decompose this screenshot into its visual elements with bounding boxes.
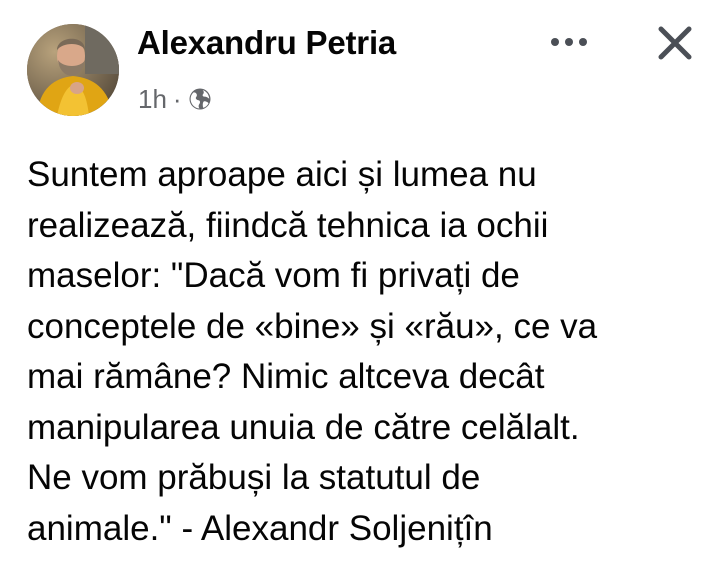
close-icon	[658, 26, 692, 60]
meta-separator: ·	[172, 83, 182, 114]
post-header: Alexandru Petria 1h ·	[0, 0, 720, 130]
globe-icon[interactable]	[188, 87, 212, 111]
author-name[interactable]: Alexandru Petria	[137, 24, 396, 62]
more-options-button[interactable]	[546, 22, 592, 62]
avatar-image	[27, 24, 119, 116]
post-meta: 1h ·	[138, 84, 212, 114]
avatar[interactable]	[27, 24, 119, 116]
post-text: Suntem aproape aici și lumea nu realizea…	[27, 155, 598, 548]
more-horizontal-icon	[551, 38, 587, 46]
post-time[interactable]: 1h	[138, 84, 167, 115]
close-button[interactable]	[652, 20, 698, 66]
